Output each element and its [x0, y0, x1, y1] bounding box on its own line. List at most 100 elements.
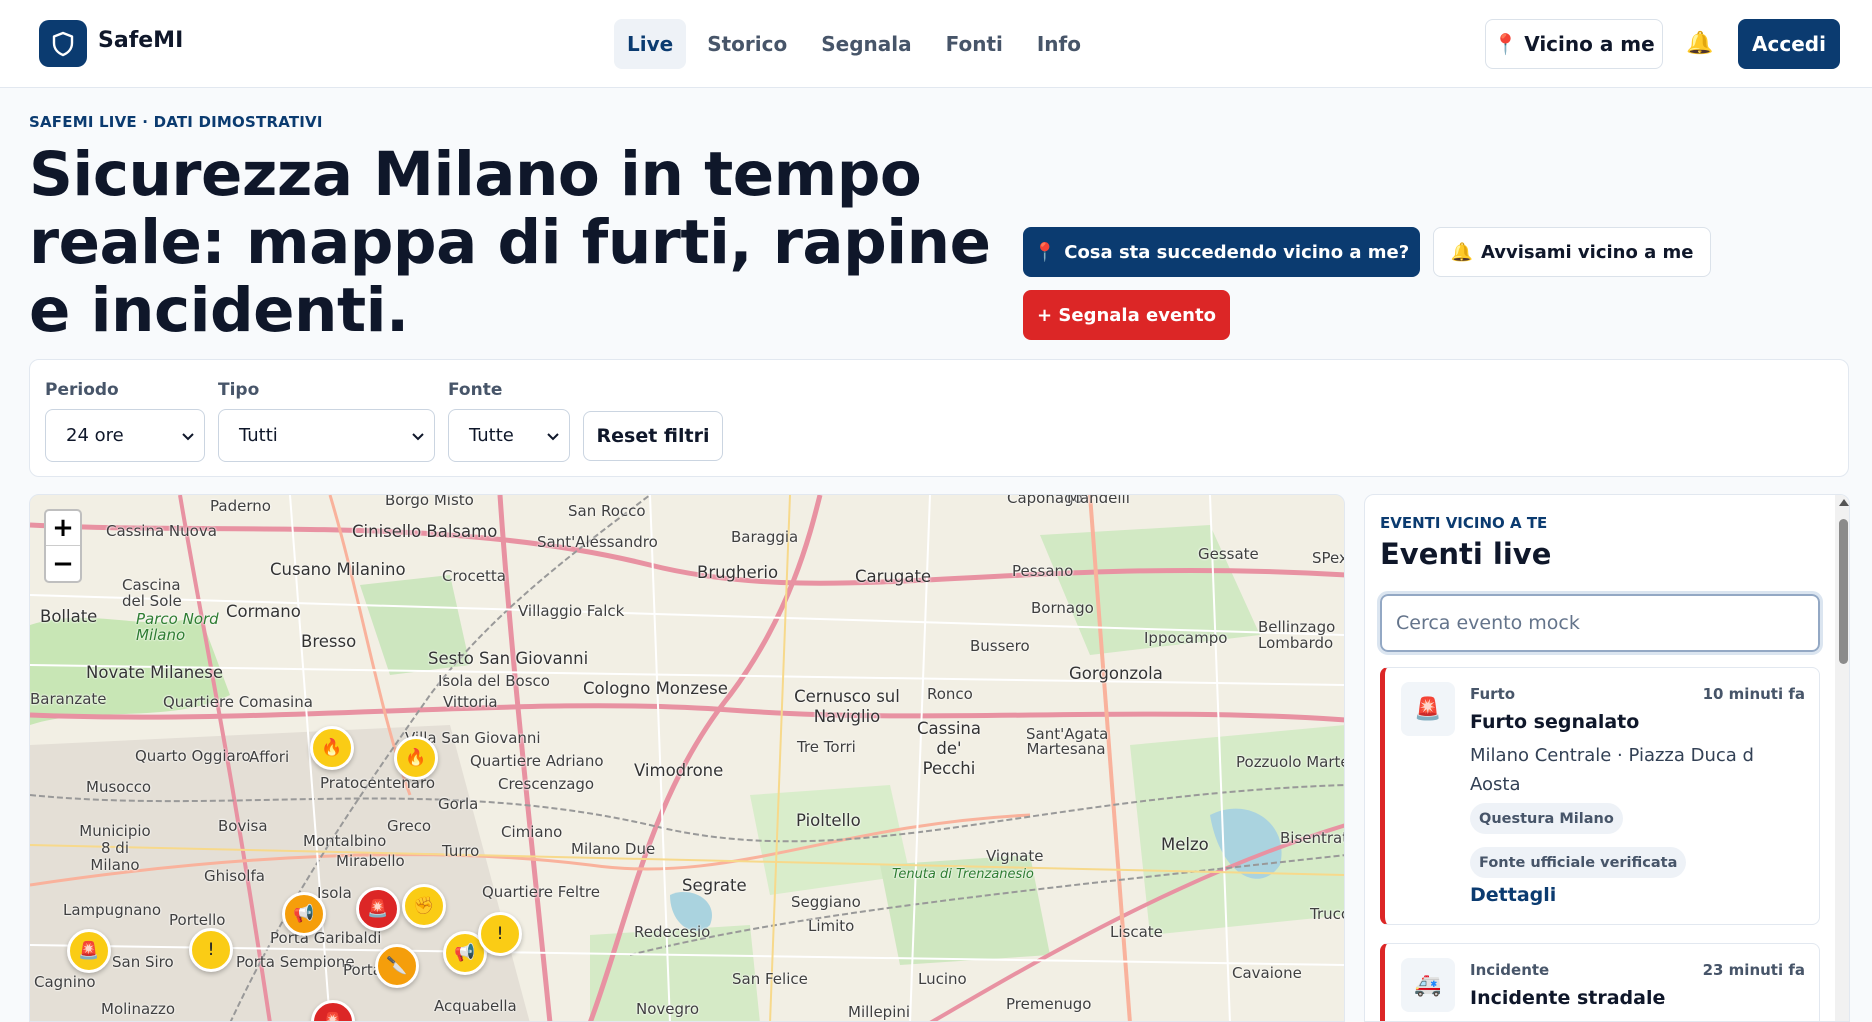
source-filter-label: Fonte [448, 380, 503, 400]
map-zoom-control: + − [44, 509, 82, 583]
source-select[interactable]: Tutte [448, 409, 570, 462]
map-place-label: Tre Torri [797, 738, 856, 756]
map-place-label: Gessate [1198, 545, 1259, 563]
map-place-label: Novegro [636, 1000, 700, 1018]
map-event-marker[interactable]: 🔥 [394, 736, 438, 780]
map-place-label: SPex [1312, 549, 1345, 567]
scroll-up-arrow-icon[interactable] [1839, 499, 1849, 506]
events-map[interactable]: + − Paderno Borgo Misto San Rocco Capona… [29, 494, 1345, 1022]
map-place-label: Pioltello [796, 811, 861, 830]
map-event-marker[interactable]: 🚨 [356, 887, 400, 931]
hero-eyebrow: SAFEMI LIVE · DATI DIMOSTRATIVI [29, 113, 323, 131]
map-place-label: Vignate [986, 847, 1044, 865]
map-event-marker[interactable]: ✊ [402, 884, 446, 928]
report-event-button[interactable]: + Segnala evento [1023, 290, 1230, 340]
event-search-input[interactable] [1377, 591, 1823, 655]
map-place-label: Cavaione [1232, 964, 1302, 982]
map-place-label: Affori [249, 748, 290, 766]
zoom-out-button[interactable]: − [46, 546, 80, 581]
map-place-label: Seggiano [791, 893, 861, 911]
whats-happening-near-me-button[interactable]: 📍 Cosa sta succedendo vicino a me? [1023, 227, 1420, 277]
map-place-label: Limito [808, 917, 855, 935]
map-place-label: Tenuta di Trenzanesio [892, 867, 1034, 882]
live-events-panel: EVENTI VICINO A TE Eventi live 🚨 Furto 1… [1364, 494, 1850, 1022]
notify-near-me-button[interactable]: 🔔 Avvisami vicino a me [1433, 227, 1711, 277]
map-place-label: Borgo Misto [385, 494, 474, 509]
map-place-label: Mirabello [336, 852, 405, 870]
type-select[interactable]: Tutti [218, 409, 435, 462]
map-place-label: Ghisolfa [204, 867, 265, 885]
map-place-label: Ronco [927, 685, 973, 703]
period-select[interactable]: 24 ore [45, 409, 205, 462]
map-place-label: Redecesio [634, 923, 711, 941]
map-event-marker[interactable]: 🚨 [67, 929, 111, 973]
main-nav: Live Storico Segnala Fonti Info [614, 19, 1094, 69]
event-category: Incidente [1470, 961, 1550, 979]
map-place-label: Cagnino [34, 973, 96, 991]
map-place-label: San Rocco [568, 502, 646, 520]
map-place-label: Montalbino [303, 832, 387, 850]
map-place-label: Cologno Monzese [583, 679, 728, 698]
map-place-label: Gorla [438, 795, 479, 813]
nav-item-fonti[interactable]: Fonti [933, 19, 1016, 69]
ambulance-icon: 🚑 [1401, 958, 1455, 1012]
event-card[interactable]: 🚑 Incidente 23 minuti fa Incidente strad… [1380, 943, 1820, 1021]
map-place-label: Vimodrone [634, 761, 724, 780]
map-event-marker[interactable]: 🔥 [310, 726, 354, 770]
map-place-label: Cassina Nuova [106, 522, 217, 540]
nav-item-live[interactable]: Live [614, 19, 687, 69]
map-place-label: Crocetta [442, 567, 506, 585]
map-place-label: Quartiere Adriano [470, 752, 604, 770]
period-filter-label: Periodo [45, 380, 119, 400]
map-event-marker[interactable]: ! [478, 912, 522, 956]
chevron-down-icon [412, 425, 424, 446]
map-place-label: Acquabella [434, 997, 517, 1015]
reset-filters-button[interactable]: Reset filtri [583, 411, 723, 461]
map-place-label: Molinazzo [101, 1000, 176, 1018]
scrollbar-thumb[interactable] [1839, 519, 1848, 664]
near-me-label: Vicino a me [1524, 32, 1655, 56]
map-place-label: Villaggio Falck [518, 602, 625, 620]
panel-scrollbar[interactable] [1835, 495, 1849, 1021]
map-place-label: Baraggia [731, 528, 799, 546]
map-place-label: Sesto San Giovanni [428, 649, 589, 668]
map-place-label: Novate Milanese [86, 663, 224, 682]
map-place-label: San Felice [732, 970, 808, 988]
map-place-label: Melzo [1161, 835, 1209, 854]
event-card[interactable]: 🚨 Furto 10 minuti fa Furto segnalato Mil… [1380, 667, 1820, 925]
map-place-label: Pozzuolo Martesana [1236, 753, 1344, 771]
event-details-link[interactable]: Dettagli [1470, 884, 1556, 906]
map-place-label: Bornago [1031, 599, 1094, 617]
map-event-marker[interactable]: 🔪 [375, 944, 419, 988]
map-place-label: Municipio 8 di Milano [79, 822, 151, 874]
map-event-marker[interactable]: 📢 [282, 892, 326, 936]
event-time: 23 minuti fa [1702, 961, 1805, 979]
nav-item-info[interactable]: Info [1024, 19, 1094, 69]
map-place-label: Lucino [918, 970, 967, 988]
page-title: Sicurezza Milano in tempo reale: mappa d… [29, 139, 991, 346]
zoom-in-button[interactable]: + [46, 511, 80, 546]
nav-item-storico[interactable]: Storico [694, 19, 800, 69]
map-place-label: Segrate [682, 876, 747, 895]
brand-name[interactable]: SafeMI [98, 28, 183, 53]
shield-logo-icon[interactable] [39, 20, 87, 67]
login-button[interactable]: Accedi [1738, 19, 1840, 69]
bell-icon[interactable]: 🔔 [1686, 31, 1713, 56]
cta-primary-label: Cosa sta succedendo vicino a me? [1064, 241, 1410, 263]
map-event-marker[interactable]: ! [189, 928, 233, 972]
map-place-label: Bresso [301, 632, 357, 651]
panel-eyebrow: EVENTI VICINO A TE [1380, 514, 1548, 532]
map-place-label: Liscate [1110, 923, 1163, 941]
period-select-value: 24 ore [66, 425, 124, 446]
chevron-down-icon [182, 425, 194, 446]
map-place-label: Cormano [226, 602, 301, 621]
bell-icon: 🔔 [1450, 241, 1473, 263]
map-place-label: Quartiere Comasina [163, 693, 313, 711]
nav-item-segnala[interactable]: Segnala [808, 19, 924, 69]
event-time: 10 minuti fa [1702, 685, 1805, 703]
map-place-label: Pessano [1012, 562, 1074, 580]
map-place-label: Quarto Oggiaro [135, 747, 251, 765]
map-place-label: Mandelli [1067, 494, 1130, 507]
map-place-label: Quartiere Feltre [482, 883, 600, 901]
near-me-button[interactable]: 📍 Vicino a me [1485, 19, 1663, 69]
